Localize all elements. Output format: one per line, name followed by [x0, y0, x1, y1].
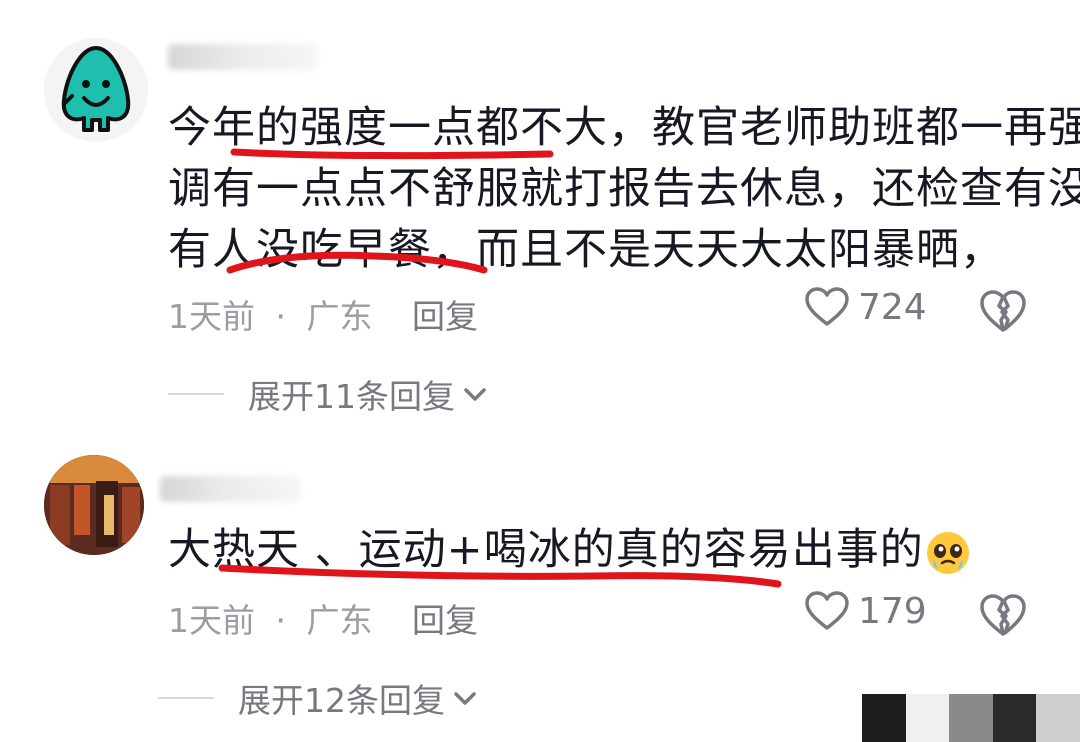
comment-meta: 1天前 · 广东 — [168, 290, 373, 338]
watermark-block — [905, 694, 950, 742]
expand-replies[interactable]: 展开11条回复 — [168, 370, 489, 418]
username-blurred[interactable] — [168, 44, 318, 70]
comment-location: 广东 — [306, 297, 373, 336]
divider-line — [168, 393, 224, 395]
chevron-down-icon — [464, 388, 486, 401]
divider-line — [158, 697, 214, 699]
pixelated-watermark — [862, 694, 1080, 742]
like-button[interactable]: 724 — [804, 286, 927, 328]
comment-text-line: 有人没吃早餐，而且不是天天大太阳暴晒， — [168, 225, 1004, 275]
avatar-photo-icon — [44, 455, 144, 555]
comment-meta: 1天前 · 广东 — [168, 594, 373, 642]
chevron-down-icon — [454, 692, 476, 705]
expand-replies-label: 展开12条回复 — [238, 681, 445, 720]
watermark-block — [1036, 694, 1080, 742]
comment-text-line: 大热天 、运动+喝冰的真的容易出事的 — [168, 520, 1048, 581]
broken-heart-icon[interactable] — [978, 592, 1028, 638]
like-count: 724 — [858, 286, 927, 328]
avatar-mascot-icon — [44, 38, 148, 142]
watermark-block — [992, 694, 1037, 742]
comment-text-line: 调有一点点不舒服就打报告去休息，还检查有没 — [168, 164, 1080, 214]
like-count: 179 — [858, 590, 927, 632]
reply-button[interactable]: 回复 — [412, 594, 478, 642]
meta-separator: · — [275, 601, 287, 640]
username-blurred[interactable] — [160, 476, 300, 502]
comment-location: 广东 — [306, 601, 373, 640]
comment-time: 1天前 — [168, 297, 255, 336]
comment-time: 1天前 — [168, 601, 255, 640]
watermark-block — [949, 694, 993, 742]
comment-text: 大热天 、运动+喝冰的真的容易出事的 — [168, 520, 1048, 581]
reply-button[interactable]: 回复 — [412, 290, 478, 338]
expand-replies[interactable]: 展开12条回复 — [158, 674, 479, 722]
comment-item: 今年的强度一点都不大，教官老师助班都一再强 调有一点点不舒服就打报告去休息，还检… — [0, 0, 1080, 430]
comment-text: 今年的强度一点都不大，教官老师助班都一再强 调有一点点不舒服就打报告去休息，还检… — [168, 98, 1080, 281]
like-button[interactable]: 179 — [804, 590, 927, 632]
avatar[interactable] — [44, 455, 144, 555]
avatar[interactable] — [44, 38, 148, 142]
meta-separator: · — [275, 297, 287, 336]
comment-text-line: 今年的强度一点都不大，教官老师助班都一再强 — [168, 103, 1080, 153]
heart-outline-icon — [805, 591, 849, 630]
watermark-block — [862, 694, 906, 742]
pleading-face-emoji — [926, 531, 969, 574]
expand-replies-label: 展开11条回复 — [248, 377, 455, 416]
broken-heart-icon[interactable] — [978, 288, 1028, 334]
comment-text-content: 大热天 、运动+喝冰的真的容易出事的 — [168, 525, 924, 575]
heart-outline-icon — [805, 287, 849, 326]
